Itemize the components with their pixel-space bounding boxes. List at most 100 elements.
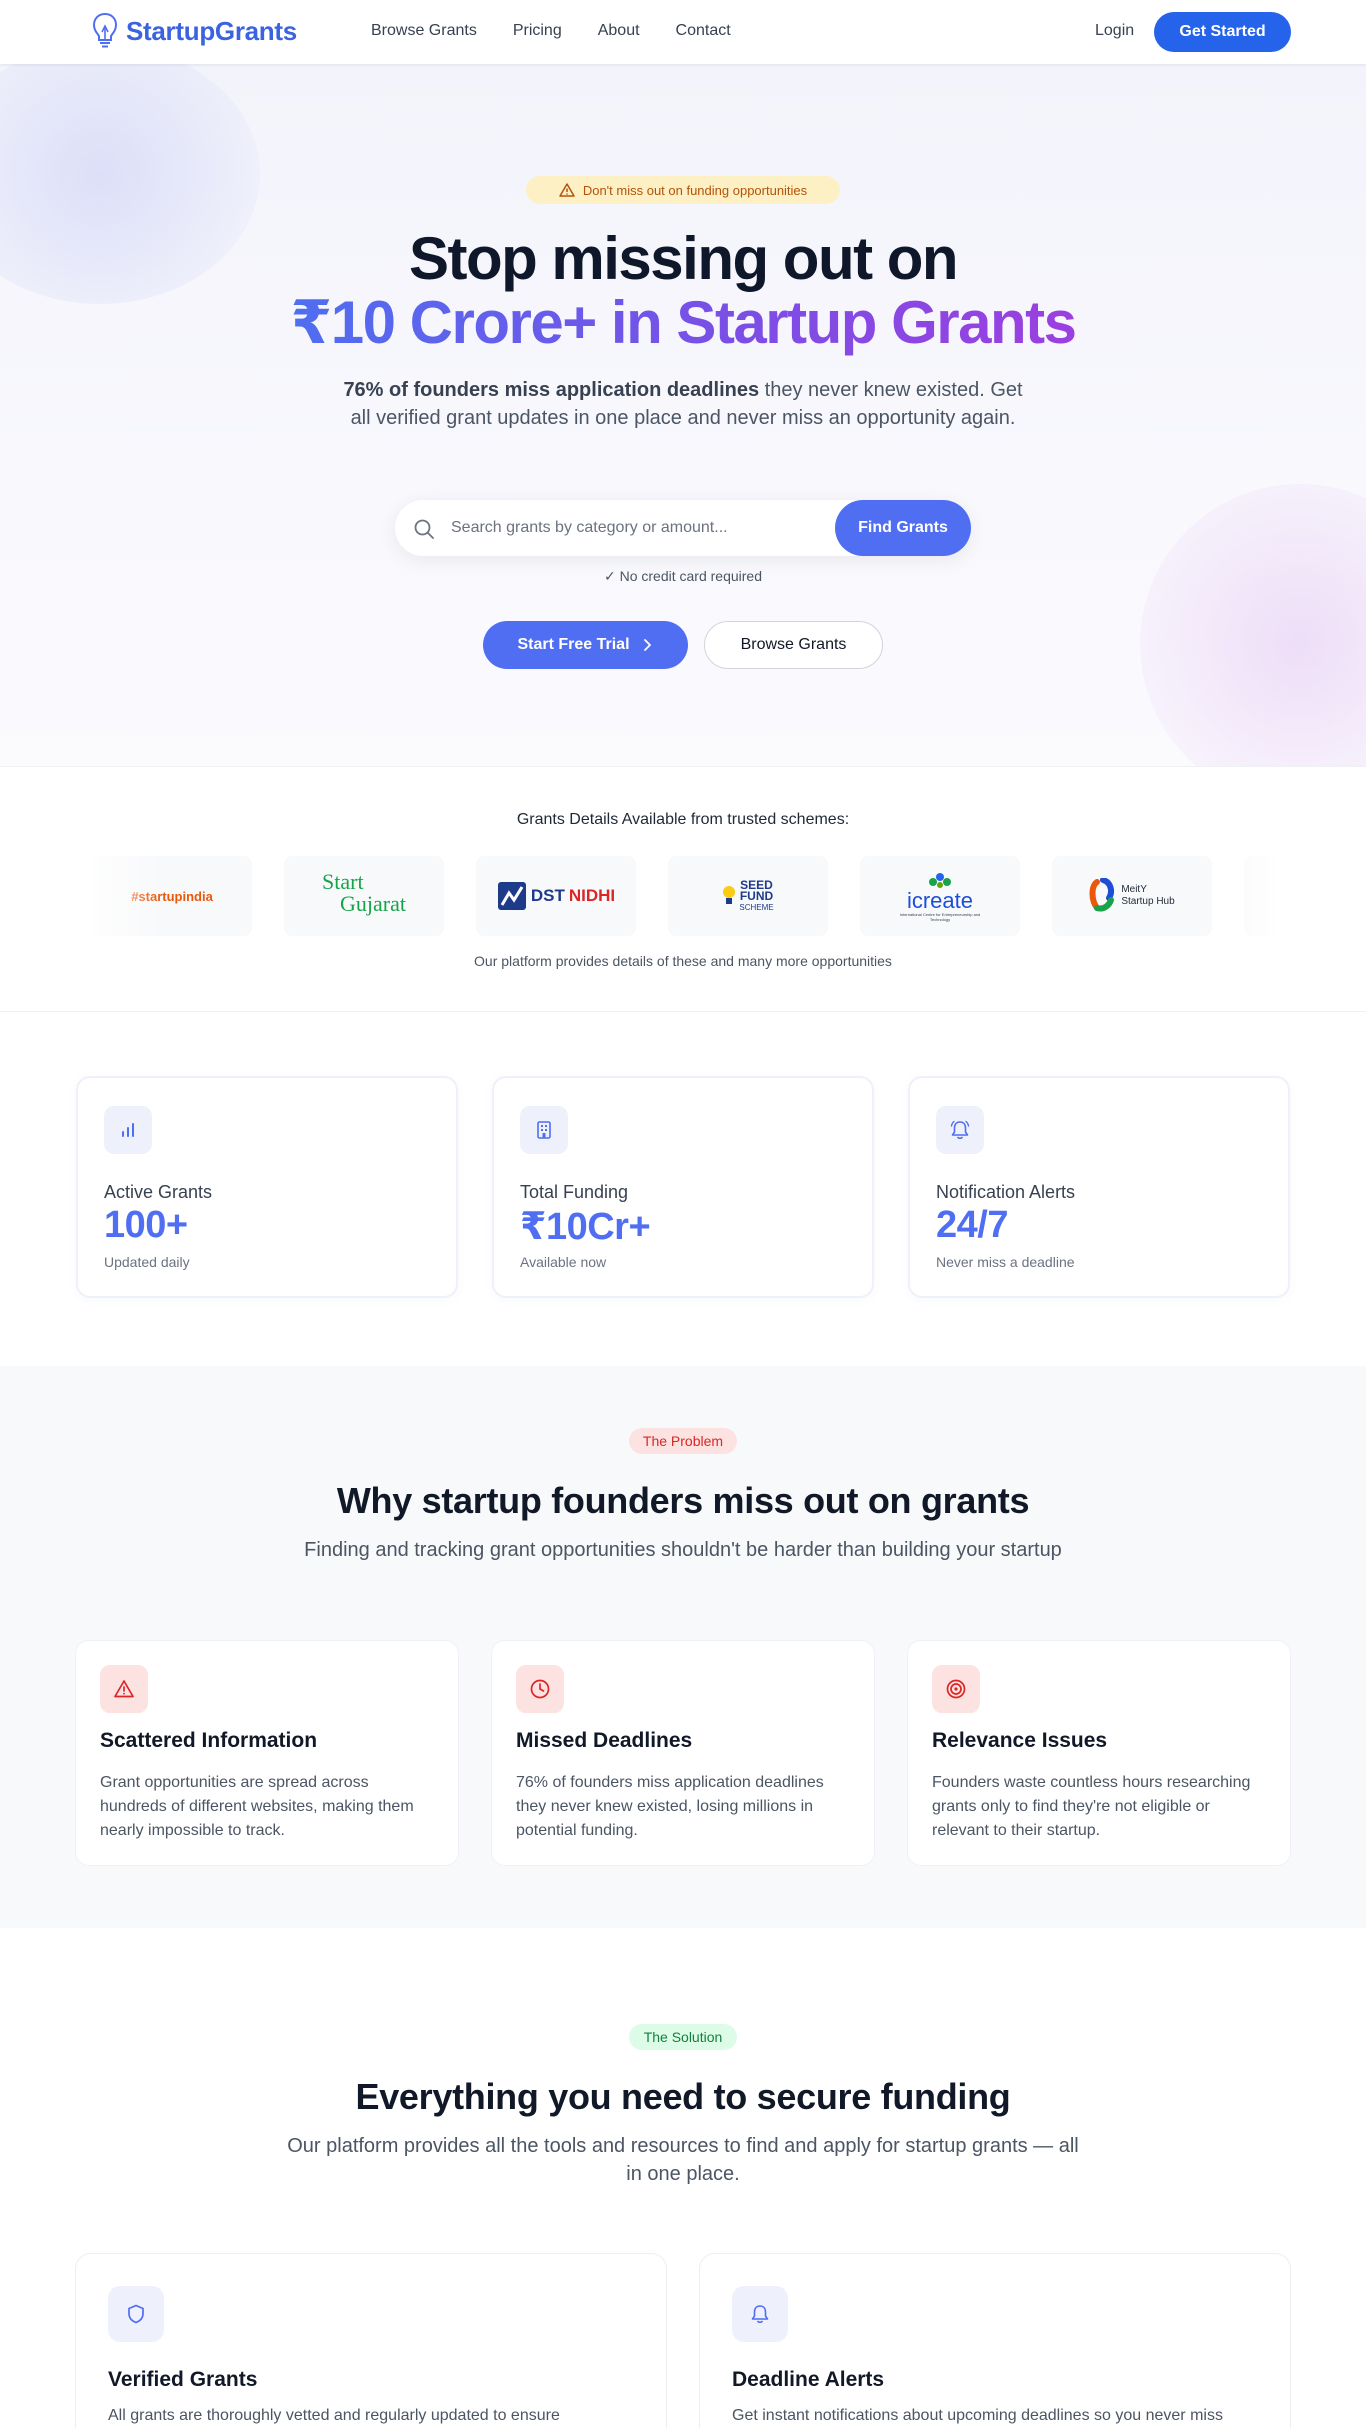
stat-icon-wrap bbox=[936, 1106, 984, 1154]
solution-card-verified: Verified Grants All grants are thoroughl… bbox=[75, 2253, 667, 2428]
solution-card-desc: Get instant notifications about upcoming… bbox=[732, 2407, 1223, 2424]
problem-subtitle: Finding and tracking grant opportunities… bbox=[304, 1539, 1062, 1561]
solution-card-title: Deadline Alerts bbox=[732, 2368, 885, 2391]
nav-link-pricing[interactable]: Pricing bbox=[513, 22, 562, 40]
hero-title-gradient: ₹10 Crore+ in Startup Grants bbox=[290, 289, 1077, 356]
chevron-right-icon bbox=[643, 639, 651, 651]
stat-card-notification-alerts: Notification Alerts 24/7 Never miss a de… bbox=[908, 1076, 1290, 1298]
schemes-title: Grants Details Available from trusted sc… bbox=[516, 811, 850, 828]
hero-title-line2: ₹10 Crore+ in Startup Grants bbox=[0, 288, 1366, 358]
find-grants-button[interactable]: Find Grants bbox=[835, 500, 971, 556]
problem-icon-wrap bbox=[100, 1665, 148, 1713]
logo-meity: MeitY Startup Hub bbox=[1052, 856, 1212, 936]
problem-icon-wrap bbox=[932, 1665, 980, 1713]
logo-startup-india-text: #startupindia bbox=[131, 888, 213, 904]
nav-link-browse-grants[interactable]: Browse Grants bbox=[371, 22, 477, 40]
no-credit-card-note: ✓ No credit card required bbox=[603, 568, 763, 584]
top-nav: StartupGrants Browse Grants Pricing Abou… bbox=[0, 0, 1366, 64]
stat-value: ₹10Cr+ bbox=[520, 1206, 651, 1248]
hero-section: Don't miss out on funding opportunities … bbox=[0, 64, 1366, 766]
problem-card-title: Missed Deadlines bbox=[516, 1729, 693, 1752]
nav-links: Browse Grants Pricing About Contact bbox=[371, 22, 731, 40]
solution-icon-wrap bbox=[732, 2286, 788, 2342]
solution-card-title: Verified Grants bbox=[108, 2368, 258, 2391]
problem-card-title: Scattered Information bbox=[100, 1729, 318, 1752]
logo-dst-text: DST bbox=[530, 886, 565, 905]
solution-badge: The Solution bbox=[629, 2024, 737, 2050]
stat-note: Available now bbox=[520, 1254, 607, 1270]
logo-startup-india: #startupindia bbox=[92, 856, 252, 936]
dst-nidhi-mark-icon bbox=[497, 882, 526, 910]
problem-card-scattered: Scattered Information Grant opportunitie… bbox=[75, 1640, 459, 1866]
solution-title: Everything you need to secure funding bbox=[355, 2076, 1011, 2117]
lightbulb-icon bbox=[92, 12, 118, 48]
problem-card-title: Relevance Issues bbox=[932, 1729, 1108, 1752]
stat-label: Total Funding bbox=[520, 1182, 629, 1202]
problem-card-desc: Founders waste countless hours researchi… bbox=[932, 1774, 1251, 1839]
stat-note: Never miss a deadline bbox=[936, 1254, 1075, 1270]
stat-icon-wrap bbox=[520, 1106, 568, 1154]
logo-seed-line2: FUND bbox=[739, 888, 774, 903]
problem-icon-wrap bbox=[516, 1665, 564, 1713]
problem-section: The Problem Why startup founders miss ou… bbox=[0, 1366, 1366, 1928]
solution-card-alerts: Deadline Alerts Get instant notification… bbox=[699, 2253, 1291, 2428]
start-free-trial-button[interactable]: Start Free Trial bbox=[483, 621, 688, 669]
brand-logo[interactable]: StartupGrants bbox=[92, 12, 297, 50]
bell-icon bbox=[950, 1120, 970, 1140]
stat-label: Active Grants bbox=[104, 1182, 213, 1202]
hero-search-bar: Find Grants bbox=[395, 500, 971, 556]
building-icon bbox=[537, 1121, 551, 1139]
logo-start-gujarat-line2: Gujarat bbox=[340, 891, 406, 916]
logo-icreate-tagline: International Centre for Entrepreneurshi… bbox=[899, 912, 981, 922]
shield-icon bbox=[128, 2304, 144, 2324]
logo-dst-nidhi: DST NIDHI bbox=[476, 856, 636, 936]
stat-card-active-grants: Active Grants 100+ Updated daily bbox=[76, 1076, 458, 1298]
logo-seed-line3: SCHEME bbox=[739, 902, 774, 912]
scheme-logo-carousel: #startupindia Start Gujarat DST NIDHI SE… bbox=[92, 856, 1274, 936]
search-icon bbox=[414, 519, 434, 539]
stat-note: Updated daily bbox=[104, 1254, 190, 1270]
hero-subtitle-bold: 76% of founders miss application deadlin… bbox=[343, 379, 760, 401]
problem-card-desc: Grant opportunities are spread across hu… bbox=[100, 1774, 414, 1839]
stat-icon-wrap bbox=[104, 1106, 152, 1154]
get-started-button[interactable]: Get Started bbox=[1154, 12, 1291, 52]
clock-icon bbox=[530, 1679, 550, 1699]
logo-icreate: icreate International Centre for Entrepr… bbox=[860, 856, 1020, 936]
start-free-trial-label: Start Free Trial bbox=[517, 636, 630, 653]
stat-value: 24/7 bbox=[936, 1204, 1008, 1246]
solution-card-desc: All grants are thoroughly vetted and reg… bbox=[108, 2407, 560, 2424]
stat-card-total-funding: Total Funding ₹10Cr+ Available now bbox=[492, 1076, 874, 1298]
logo-meity-line1: MeitY bbox=[1121, 884, 1147, 895]
solution-subtitle: Our platform provides all the tools and … bbox=[287, 2135, 1079, 2185]
warning-badge-text: Don't miss out on funding opportunities bbox=[582, 182, 808, 198]
logo-start-gujarat: Start Gujarat bbox=[284, 856, 444, 936]
target-icon bbox=[946, 1679, 966, 1699]
login-link[interactable]: Login bbox=[1095, 22, 1134, 40]
problem-card-desc: 76% of founders miss application deadlin… bbox=[516, 1774, 824, 1839]
trusted-schemes-section: Grants Details Available from trusted sc… bbox=[0, 766, 1366, 1012]
stat-label: Notification Alerts bbox=[936, 1182, 1076, 1202]
problem-title: Why startup founders miss out on grants bbox=[336, 1480, 1030, 1521]
nav-link-contact[interactable]: Contact bbox=[676, 22, 731, 40]
browse-grants-button[interactable]: Browse Grants bbox=[704, 621, 883, 669]
hero-title-line1: Stop missing out on bbox=[408, 225, 959, 292]
problem-card-relevance: Relevance Issues Founders waste countles… bbox=[907, 1640, 1291, 1866]
meity-mark-icon bbox=[1089, 878, 1115, 912]
icreate-leaf-icon bbox=[929, 873, 951, 888]
problem-card-deadlines: Missed Deadlines 76% of founders miss ap… bbox=[491, 1640, 875, 1866]
bulb-logo-icon bbox=[723, 886, 736, 904]
hero-glow-right bbox=[1140, 484, 1366, 766]
solution-section: The Solution Everything you need to secu… bbox=[0, 1928, 1366, 2428]
bell-icon bbox=[751, 2305, 769, 2324]
hero-subtitle: 76% of founders miss application deadlin… bbox=[333, 376, 1033, 432]
stat-value: 100+ bbox=[104, 1204, 188, 1246]
logo-nidhi-text: NIDHI bbox=[568, 886, 616, 905]
search-input[interactable] bbox=[451, 508, 811, 548]
warning-triangle-icon bbox=[559, 183, 575, 197]
schemes-note: Our platform provides details of these a… bbox=[474, 953, 892, 969]
logo-icreate-text: icreate bbox=[906, 888, 974, 913]
logo-meity-line2: Startup Hub bbox=[1121, 896, 1175, 907]
brand-name: StartupGrants bbox=[126, 15, 297, 46]
nav-link-about[interactable]: About bbox=[598, 22, 640, 40]
warning-badge: Don't miss out on funding opportunities bbox=[526, 176, 840, 204]
